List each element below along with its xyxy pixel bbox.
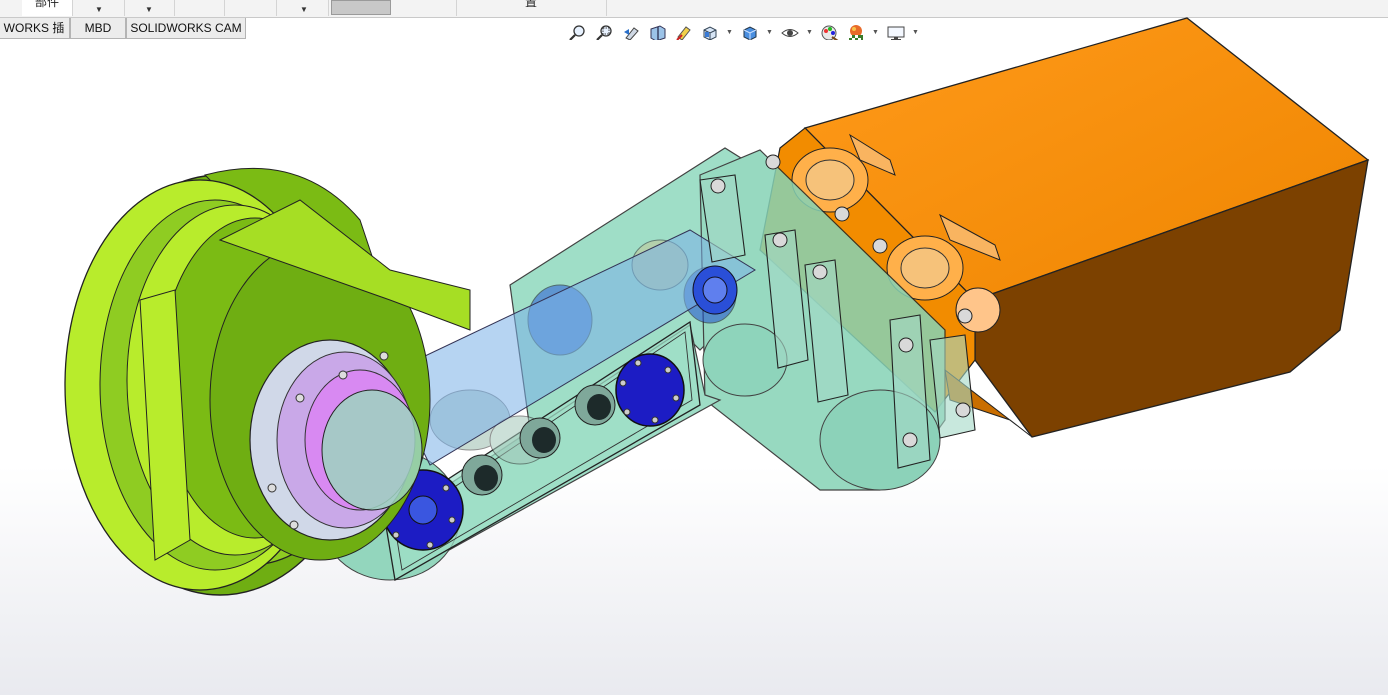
assembly-model bbox=[0, 17, 1388, 695]
graphics-area[interactable] bbox=[0, 17, 1388, 695]
output-flange-right[interactable] bbox=[615, 353, 685, 427]
